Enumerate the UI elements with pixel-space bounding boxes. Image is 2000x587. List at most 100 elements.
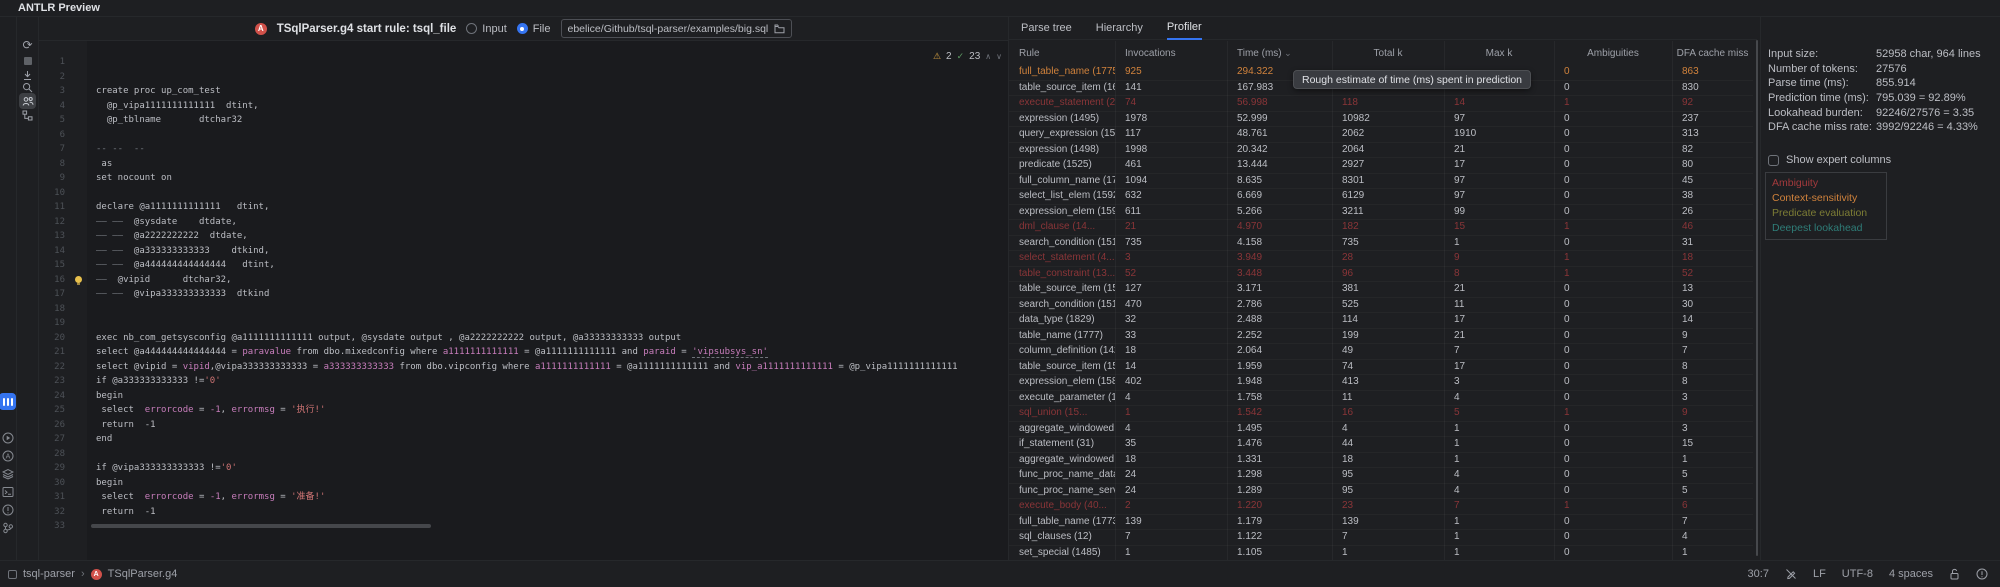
column-header[interactable]: Invocations [1115, 48, 1227, 59]
problems-icon[interactable] [1, 503, 15, 517]
profiler-row[interactable]: expression_elem (1590)6115.266321199026 [1009, 205, 1753, 221]
profiler-row[interactable]: aggregate_windowed...181.33118101 [1009, 453, 1753, 469]
breadcrumb-file[interactable]: TSqlParser.g4 [108, 568, 178, 580]
code-line[interactable]: 19 [39, 316, 1008, 331]
tab-hierarchy[interactable]: Hierarchy [1096, 17, 1143, 40]
code-line[interactable]: 5 @p_tblname dtchar32 [39, 113, 1008, 128]
file-path-field[interactable]: ebelice/Github/tsql-parser/examples/big.… [561, 19, 793, 38]
code-line[interactable]: 10 [39, 186, 1008, 201]
next-problem-icon[interactable]: ∨ [996, 52, 1002, 61]
profiler-row[interactable]: table_source_item (15...1273.17138121013 [1009, 282, 1753, 298]
antlr-tool-icon[interactable]: A [1, 449, 15, 463]
profiler-row[interactable]: full_column_name (17...10948.63583019704… [1009, 174, 1753, 190]
profiler-row[interactable]: table_constraint (13...523.448968152 [1009, 267, 1753, 283]
profiler-row[interactable]: aggregate_windowed...41.4954103 [1009, 422, 1753, 438]
code-line[interactable]: 11declare @a1111111111111 dtint, [39, 200, 1008, 215]
column-header[interactable]: Rule [1009, 48, 1115, 59]
profiler-row[interactable]: sql_union (15...11.54216519 [1009, 406, 1753, 422]
profiler-row[interactable]: execute_parameter (1...41.75811403 [1009, 391, 1753, 407]
unlock-icon[interactable] [1949, 568, 1960, 580]
antlr-preview-stripe-button[interactable] [0, 393, 16, 410]
profiler-row[interactable]: expression (1498)199820.342206421082 [1009, 143, 1753, 159]
profiler-row[interactable]: data_type (1829)322.48811417014 [1009, 313, 1753, 329]
code-line[interactable]: 32 return -1 [39, 505, 1008, 520]
run-icon[interactable] [1, 431, 15, 445]
code-line[interactable]: 7-- -- -- [39, 142, 1008, 157]
code-line[interactable]: 26 return -1 [39, 418, 1008, 433]
profiler-row[interactable]: table_name (1777)332.2521992109 [1009, 329, 1753, 345]
profiler-row[interactable]: query_expression (1527)11748.76120621910… [1009, 127, 1753, 143]
code-line[interactable]: 21select @a444444444444444 = paravalue f… [39, 345, 1008, 360]
code-line[interactable]: 14—— —— @a333333333333 dtkind, [39, 244, 1008, 259]
code-line[interactable]: 23if @a333333333333 !='0' [39, 374, 1008, 389]
code-line[interactable]: 8 as [39, 157, 1008, 172]
expert-columns-row[interactable]: Show expert columns [1768, 154, 1891, 166]
code-line[interactable]: 3create proc up_com_test [39, 84, 1008, 99]
profiler-row[interactable]: func_proc_name_serv...241.28995405 [1009, 484, 1753, 500]
profiler-row[interactable]: set_special (1485)11.1051101 [1009, 546, 1753, 561]
column-header[interactable]: DFA cache miss [1672, 48, 1753, 59]
code-line[interactable]: 12—— —— @sysdate dtdate, [39, 215, 1008, 230]
hierarchy-icon[interactable] [19, 107, 36, 123]
profiler-row[interactable]: select_statement (4...33.949289118 [1009, 251, 1753, 267]
code-line[interactable]: 13—— —— @a2222222222 dtdate, [39, 229, 1008, 244]
input-radio[interactable]: Input [466, 23, 506, 35]
code-line[interactable]: 9set nocount on [39, 171, 1008, 186]
code-line[interactable]: 20exec nb_com_getsysconfig @a11111111111… [39, 331, 1008, 346]
code-line[interactable]: 18 [39, 302, 1008, 317]
column-header[interactable]: Time (ms) ⌄ [1227, 48, 1332, 59]
column-header[interactable]: Total k [1332, 48, 1444, 59]
tab-profiler[interactable]: Profiler [1167, 17, 1202, 40]
code-line[interactable]: 1 [39, 55, 1008, 70]
line-ending[interactable]: LF [1813, 568, 1826, 580]
profiler-row[interactable]: predicate (1525)46113.444292717080 [1009, 158, 1753, 174]
profiler-row[interactable]: func_proc_name_data...241.29895405 [1009, 468, 1753, 484]
services-icon[interactable] [1, 467, 15, 481]
code-line[interactable]: 31 select errorcode = -1, errormsg = '准备… [39, 490, 1008, 505]
code-line[interactable]: 22select @vipid = vipid,@vipa33333333333… [39, 360, 1008, 375]
profiler-row[interactable]: sql_clauses (12)71.1227104 [1009, 530, 1753, 546]
code-editor[interactable]: 123create proc up_com_test4 @p_vipa11111… [39, 41, 1008, 560]
code-line[interactable]: 15—— —— @a444444444444444 dtint, [39, 258, 1008, 273]
code-line[interactable]: 30begin [39, 476, 1008, 491]
read-only-pencil-icon[interactable] [1785, 568, 1797, 580]
code-line[interactable]: 29if @vipa333333333333 !='0' [39, 461, 1008, 476]
vertical-scrollbar[interactable] [1756, 40, 1758, 556]
checkbox-icon[interactable] [1768, 155, 1779, 166]
intention-bulb-icon[interactable] [75, 276, 82, 283]
profiler-row[interactable]: execute_body (40...21.22023716 [1009, 499, 1753, 515]
code-line[interactable]: 25 select errorcode = -1, errormsg = '执行… [39, 403, 1008, 418]
profiler-row[interactable]: search_condition (1517)4702.78652511030 [1009, 298, 1753, 314]
profiler-row[interactable]: select_list_elem (1592)6326.669612997038 [1009, 189, 1753, 205]
refresh-icon[interactable]: ⟳ [19, 37, 36, 53]
profiler-row[interactable]: if_statement (31)351.476441015 [1009, 437, 1753, 453]
git-branch-icon[interactable] [1, 521, 15, 535]
tab-parse-tree[interactable]: Parse tree [1021, 17, 1072, 40]
code-line[interactable]: 17—— —— @vipa333333333333 dtkind [39, 287, 1008, 302]
profiler-row[interactable]: full_table_name (1773)1391.179139107 [1009, 515, 1753, 531]
caret-position[interactable]: 30:7 [1748, 568, 1769, 580]
notifications-icon[interactable] [1976, 568, 1988, 580]
code-line[interactable]: 27end [39, 432, 1008, 447]
column-header[interactable]: Ambiguities [1554, 48, 1672, 59]
code-line[interactable]: 2 [39, 70, 1008, 85]
profiler-row[interactable]: dml_clause (14...214.97018215146 [1009, 220, 1753, 236]
code-line[interactable]: 6 [39, 128, 1008, 143]
folder-icon[interactable] [774, 24, 785, 34]
profiler-row[interactable]: search_condition (1519)7354.1587351031 [1009, 236, 1753, 252]
inspections-widget[interactable]: ⚠2 ✓23 ∧ ∨ [933, 51, 1002, 62]
code-line[interactable]: 16—— @vipid dtchar32, [39, 273, 1008, 288]
breadcrumb-project[interactable]: tsql-parser [23, 568, 75, 580]
profiler-row[interactable]: expression (1495)197852.99910982970237 [1009, 112, 1753, 128]
indent-setting[interactable]: 4 spaces [1889, 568, 1933, 580]
column-header[interactable]: Max k [1444, 48, 1554, 59]
code-line[interactable]: 4 @p_vipa1111111111111 dtint, [39, 99, 1008, 114]
code-line[interactable]: 24begin [39, 389, 1008, 404]
terminal-icon[interactable] [1, 485, 15, 499]
code-line[interactable]: 28 [39, 447, 1008, 462]
profiler-row[interactable]: column_definition (1421)182.06449707 [1009, 344, 1753, 360]
encoding[interactable]: UTF-8 [1842, 568, 1873, 580]
horizontal-scrollbar[interactable] [91, 524, 431, 528]
profiler-row[interactable]: execute_statement (2...7456.99811814192 [1009, 96, 1753, 112]
prev-problem-icon[interactable]: ∧ [985, 52, 991, 61]
